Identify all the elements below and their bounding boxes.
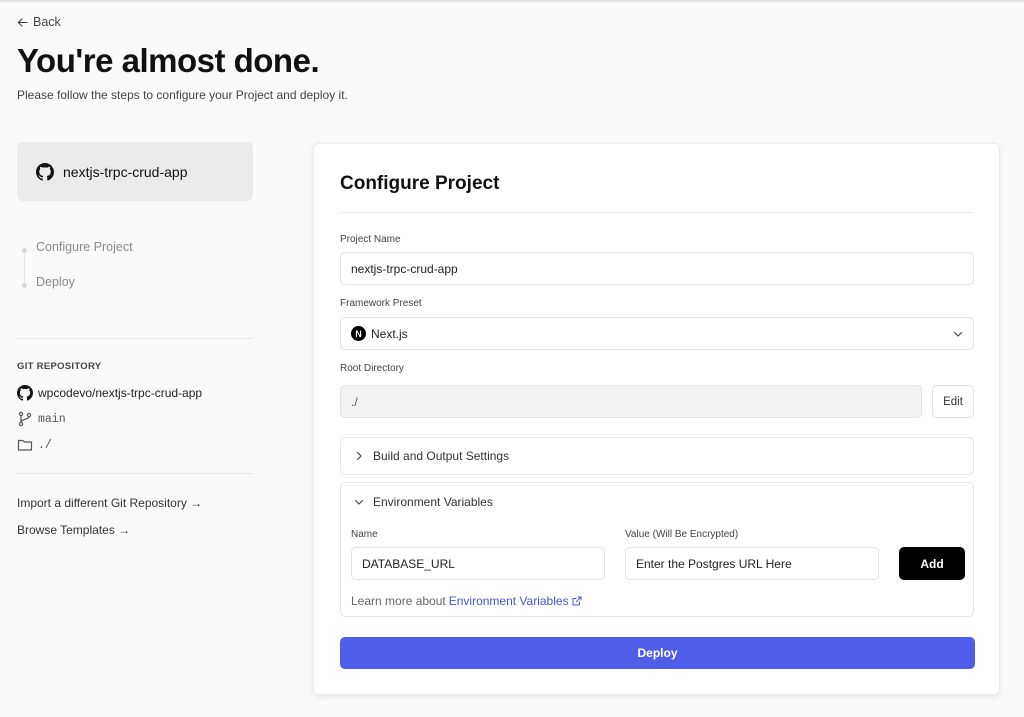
chevron-right-icon — [356, 451, 362, 461]
environment-variables-header[interactable]: Environment Variables — [341, 483, 973, 521]
chevron-down-icon — [953, 331, 963, 337]
environment-variables-section: Environment Variables Name DATABASE_URL … — [340, 482, 974, 617]
env-value-value: Enter the Postgres URL Here — [636, 556, 792, 571]
back-link[interactable]: Back — [17, 15, 61, 29]
env-name-input[interactable]: DATABASE_URL — [351, 547, 605, 580]
edit-root-directory-button[interactable]: Edit — [932, 385, 974, 418]
nextjs-logo-icon: N — [351, 326, 366, 341]
git-repo-name: wpcodevo/nextjs-trpc-crud-app — [38, 386, 203, 400]
panel-divider — [340, 212, 974, 213]
root-directory-value: ./ — [351, 394, 358, 409]
sidebar-divider — [17, 338, 253, 339]
sidebar-divider — [17, 473, 253, 474]
github-icon — [17, 385, 33, 401]
git-directory: ./ — [38, 438, 52, 452]
folder-icon — [17, 439, 33, 451]
root-directory-input: ./ — [340, 385, 922, 418]
project-name-label: Project Name — [340, 234, 401, 245]
build-output-settings-label: Build and Output Settings — [373, 449, 510, 463]
git-directory-row: ./ — [17, 437, 52, 453]
configure-project-title: Configure Project — [340, 173, 500, 194]
framework-preset-label: Framework Preset — [340, 298, 422, 309]
environment-variables-label: Environment Variables — [373, 495, 493, 509]
env-name-value: DATABASE_URL — [362, 556, 455, 571]
learn-more-text: Learn more about Environment Variables — [351, 594, 582, 608]
deploy-button[interactable]: Deploy — [340, 637, 975, 669]
import-git-repository-link[interactable]: Import a different Git Repository → — [17, 496, 202, 510]
step-configure-project: Configure Project — [17, 240, 253, 275]
top-border — [0, 0, 1024, 2]
project-name-value: nextjs-trpc-crud-app — [351, 261, 458, 276]
page-title: You're almost done. — [17, 42, 320, 79]
framework-preset-select[interactable]: N Next.js — [340, 317, 974, 350]
build-output-settings-section[interactable]: Build and Output Settings — [340, 437, 974, 475]
github-icon — [36, 162, 54, 181]
configure-project-panel: Configure Project Project Name nextjs-tr… — [313, 143, 1000, 695]
git-branch-row: main — [17, 411, 66, 427]
env-value-input[interactable]: Enter the Postgres URL Here — [625, 547, 879, 580]
git-repo-row[interactable]: wpcodevo/nextjs-trpc-crud-app — [17, 385, 202, 401]
git-branch-icon — [18, 411, 32, 427]
repo-card: nextjs-trpc-crud-app — [17, 142, 253, 201]
external-link-icon — [572, 596, 582, 606]
env-name-label: Name — [351, 529, 378, 540]
env-value-label: Value (Will Be Encrypted) — [625, 529, 739, 540]
framework-preset-value: Next.js — [371, 326, 408, 341]
arrow-left-icon — [17, 17, 28, 27]
step-dot — [22, 283, 27, 288]
git-repository-heading: GIT REPOSITORY — [17, 361, 102, 372]
chevron-down-icon — [354, 499, 364, 505]
step-label: Configure Project — [36, 240, 133, 254]
steps-list: Configure Project Deploy — [17, 240, 253, 310]
build-output-settings-header[interactable]: Build and Output Settings — [341, 438, 973, 474]
page-subtitle: Please follow the steps to configure you… — [17, 88, 348, 102]
step-deploy: Deploy — [17, 275, 253, 310]
add-env-variable-button[interactable]: Add — [899, 547, 965, 580]
project-name-input[interactable]: nextjs-trpc-crud-app — [340, 252, 974, 285]
repo-card-name: nextjs-trpc-crud-app — [63, 163, 188, 180]
back-label: Back — [33, 15, 61, 29]
step-dot — [22, 248, 27, 253]
browse-templates-link[interactable]: Browse Templates → — [17, 523, 130, 537]
learn-more-prefix: Learn more about — [351, 594, 446, 608]
environment-variables-link[interactable]: Environment Variables — [449, 594, 569, 608]
git-branch-name: main — [38, 412, 66, 426]
step-label: Deploy — [36, 275, 75, 289]
root-directory-label: Root Directory — [340, 363, 404, 374]
